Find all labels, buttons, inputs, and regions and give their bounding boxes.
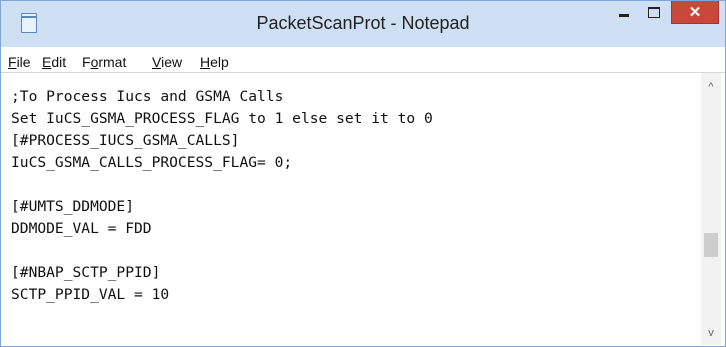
minimize-icon: [619, 13, 629, 17]
menu-help[interactable]: Help: [200, 54, 229, 70]
close-button[interactable]: ✕: [671, 1, 719, 24]
menu-bar: File Edit Format View Help: [1, 48, 725, 73]
menu-view[interactable]: View: [152, 54, 182, 70]
minimize-button[interactable]: [611, 1, 637, 23]
menu-edit[interactable]: Edit: [42, 54, 66, 70]
editor-line: IuCS_GSMA_CALLS_PROCESS_FLAG= 0;: [11, 154, 293, 171]
close-icon: ✕: [688, 4, 702, 21]
text-editor[interactable]: ;To Process Iucs and GSMA Calls Set IuCS…: [7, 73, 699, 343]
scroll-down-arrow-icon[interactable]: v: [701, 323, 721, 343]
menu-format[interactable]: Format: [82, 54, 126, 70]
title-bar[interactable]: PacketScanProt - Notepad ✕: [1, 1, 725, 47]
editor-line: [#PROCESS_IUCS_GSMA_CALLS]: [11, 132, 240, 149]
editor-line: DDMODE_VAL = FDD: [11, 220, 152, 237]
editor-line: [#NBAP_SCTP_PPID]: [11, 264, 161, 281]
scroll-thumb[interactable]: [704, 233, 718, 257]
editor-line: [#UMTS_DDMODE]: [11, 198, 135, 215]
editor-line: SCTP_PPID_VAL = 10: [11, 286, 170, 303]
notepad-window: PacketScanProt - Notepad ✕ File Edit For…: [0, 0, 726, 347]
maximize-icon: [648, 6, 660, 18]
menu-file[interactable]: File: [8, 54, 31, 70]
editor-line: ;To Process Iucs and GSMA Calls: [11, 88, 284, 105]
vertical-scrollbar[interactable]: ^ v: [701, 73, 721, 345]
maximize-button[interactable]: [641, 1, 667, 23]
editor-line: Set IuCS_GSMA_PROCESS_FLAG to 1 else set…: [11, 110, 433, 127]
scroll-up-arrow-icon[interactable]: ^: [701, 77, 721, 97]
